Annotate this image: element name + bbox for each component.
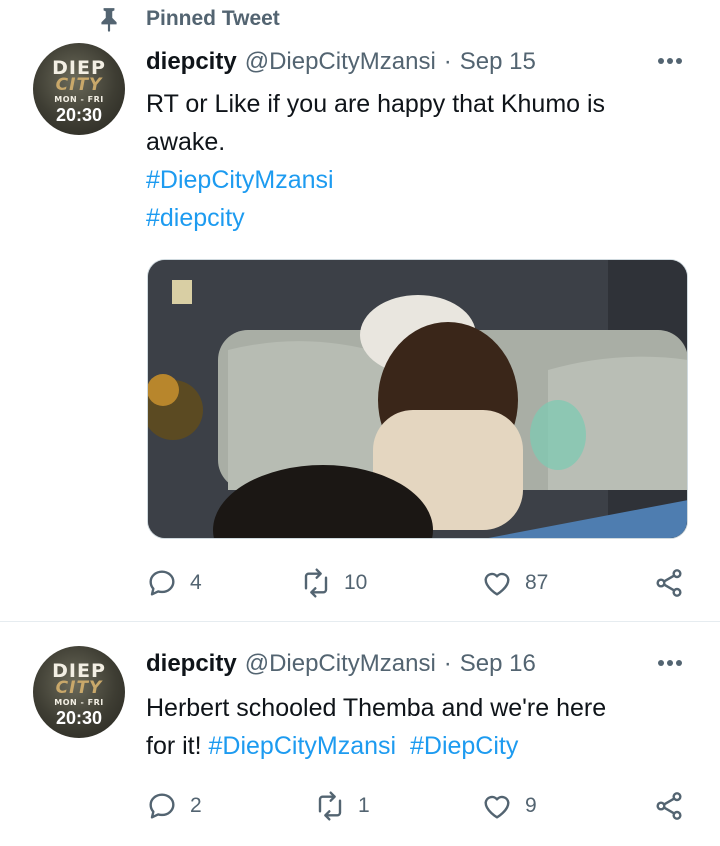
hashtag-link[interactable]: #DiepCityMzansi xyxy=(209,732,397,760)
more-dot-icon xyxy=(667,58,673,64)
more-dot-icon xyxy=(658,660,664,666)
share-button[interactable] xyxy=(653,563,685,603)
like-button[interactable]: 87 xyxy=(481,563,548,603)
user-handle[interactable]: @DiepCityMzansi xyxy=(245,48,436,76)
avatar-days-text: MON - FRI xyxy=(54,95,104,104)
hashtag-link[interactable]: #DiepCity xyxy=(410,732,518,760)
tweet-text: Herbert schooled Themba and we're here f… xyxy=(146,689,696,765)
avatar[interactable]: DIEP CITY MON - FRI 20:30 xyxy=(33,43,125,135)
pinned-label-text: Pinned Tweet xyxy=(146,7,280,30)
pin-icon xyxy=(101,8,117,32)
avatar-logo-text: CITY xyxy=(55,678,103,698)
share-button[interactable] xyxy=(653,786,685,826)
display-name[interactable]: diepcity xyxy=(146,48,237,76)
tweet-actions: 4 10 87 xyxy=(146,563,706,603)
avatar-days-text: MON - FRI xyxy=(54,698,104,707)
tweet[interactable]: DIEP CITY MON - FRI 20:30 diepcity @Diep… xyxy=(0,34,720,622)
tweet-actions: 2 1 9 xyxy=(146,786,706,826)
retweet-count: 1 xyxy=(358,794,370,817)
tweet-header: diepcity @DiepCityMzansi · Sep 16 xyxy=(146,650,536,680)
reply-icon xyxy=(149,793,175,819)
avatar[interactable]: DIEP CITY MON - FRI 20:30 xyxy=(33,646,125,738)
more-dot-icon xyxy=(676,58,682,64)
pinned-tweet-label: Pinned Tweet xyxy=(96,6,280,32)
reply-count: 2 xyxy=(190,794,202,817)
like-count: 87 xyxy=(525,571,549,594)
more-options-button[interactable] xyxy=(652,48,688,74)
heart-icon xyxy=(484,795,510,819)
tweet-date[interactable]: Sep 16 xyxy=(460,650,536,678)
avatar-logo-text: CITY xyxy=(55,75,103,95)
reply-icon xyxy=(149,570,175,596)
retweet-count: 10 xyxy=(344,571,368,594)
separator: · xyxy=(443,650,452,677)
tweet-text-line: Herbert schooled Themba and we're here xyxy=(146,694,607,722)
hashtag-link[interactable]: #diepcity xyxy=(146,199,696,237)
tweet-date[interactable]: Sep 15 xyxy=(460,48,536,76)
more-dot-icon xyxy=(658,58,664,64)
media-illustration xyxy=(148,260,687,538)
reply-button[interactable]: 4 xyxy=(146,563,202,603)
tweet-header: diepcity @DiepCityMzansi · Sep 15 xyxy=(146,48,536,78)
tweet-media-image[interactable] xyxy=(147,259,688,539)
retweet-icon xyxy=(304,568,328,598)
avatar-time-text: 20:30 xyxy=(55,708,103,728)
reply-count: 4 xyxy=(190,571,202,594)
tweet-text-line: awake. xyxy=(146,128,226,156)
more-dot-icon xyxy=(676,660,682,666)
tweet-text-line: for it! #DiepCityMzansi #DiepCity xyxy=(146,727,696,765)
retweet-button[interactable]: 1 xyxy=(314,786,370,826)
tweet-text-fragment: for it! xyxy=(146,732,209,760)
avatar-time-text: 20:30 xyxy=(55,105,103,125)
more-options-button[interactable] xyxy=(652,650,688,676)
retweet-button[interactable]: 10 xyxy=(300,563,367,603)
heart-icon xyxy=(484,572,510,596)
separator: · xyxy=(443,48,452,75)
share-icon xyxy=(656,569,682,597)
tweet[interactable]: DIEP CITY MON - FRI 20:30 diepcity @Diep… xyxy=(0,623,720,846)
reply-button[interactable]: 2 xyxy=(146,786,202,826)
tweet-text-line: RT or Like if you are happy that Khumo i… xyxy=(146,90,606,118)
retweet-icon xyxy=(318,791,342,821)
like-count: 9 xyxy=(525,794,537,817)
hashtag-link[interactable]: #DiepCityMzansi xyxy=(146,161,696,199)
tweet-text: RT or Like if you are happy that Khumo i… xyxy=(146,85,696,237)
user-handle[interactable]: @DiepCityMzansi xyxy=(245,650,436,678)
like-button[interactable]: 9 xyxy=(481,786,537,826)
more-dot-icon xyxy=(667,660,673,666)
share-icon xyxy=(656,792,682,820)
display-name[interactable]: diepcity xyxy=(146,650,237,678)
